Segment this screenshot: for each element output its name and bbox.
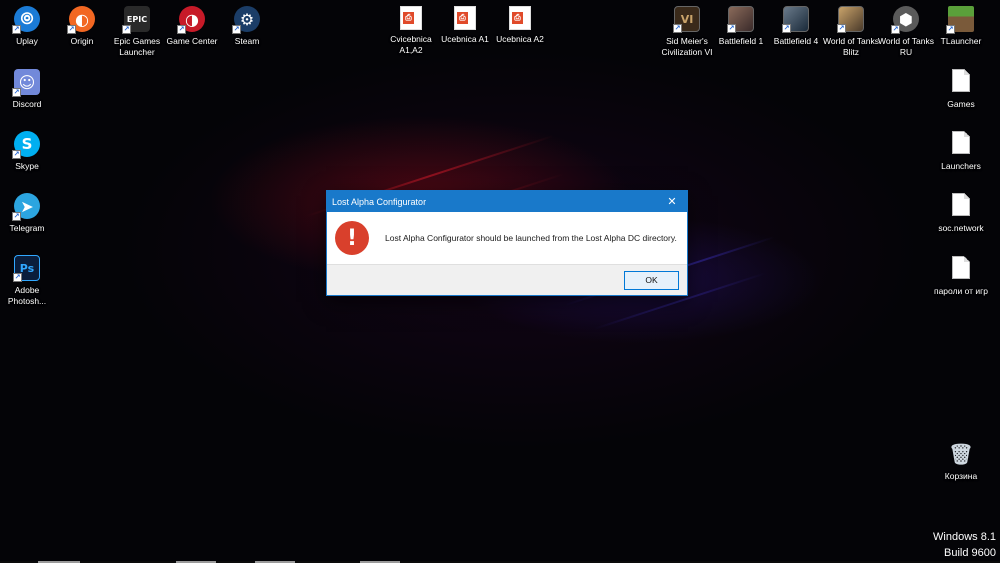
- file-icon: [952, 131, 970, 154]
- windows-watermark: Windows 8.1 Build 9600: [933, 529, 996, 561]
- desktop-icon-label: Battlefield 1: [718, 36, 764, 46]
- desktop-icon-discord[interactable]: ☺ ↗ Discord: [0, 69, 57, 110]
- desktop-icon-soc-network[interactable]: soc.network: [931, 193, 991, 234]
- file-icon: [952, 193, 970, 216]
- desktop-icon-game-center[interactable]: ◑ ↗ Game Center: [162, 6, 222, 47]
- origin-icon: ◐ ↗: [67, 6, 95, 34]
- desktop-icon-label: Skype: [15, 161, 39, 171]
- desktop-icon-label: Battlefield 4: [773, 36, 819, 46]
- desktop-icon-epic-games[interactable]: EPIC ↗ Epic Games Launcher: [107, 6, 167, 58]
- dialog-message: Lost Alpha Configurator should be launch…: [385, 233, 677, 243]
- discord-icon: ☺ ↗: [12, 69, 40, 97]
- wot-ru-icon: ⬢ ↗: [891, 6, 919, 34]
- desktop-icon-passwords[interactable]: пароли от игр: [931, 256, 991, 297]
- desktop-icon-label: Корзина: [944, 471, 978, 481]
- desktop-icon-wot-blitz[interactable]: ↗ World of Tanks Blitz: [821, 6, 881, 58]
- desktop-icon-recycle-bin[interactable]: 🗑 Корзина: [931, 441, 991, 482]
- desktop-icon-label: soc.network: [938, 223, 984, 233]
- desktop-icon-steam[interactable]: ⚙ ↗ Steam: [217, 6, 277, 47]
- desktop-icon-telegram[interactable]: ➤ ↗ Telegram: [0, 193, 57, 234]
- tlauncher-icon: ↗: [946, 6, 974, 34]
- document-icon: ⎙: [400, 6, 422, 30]
- desktop-icon-cvicebnica[interactable]: ⎙ Cvicebnica A1,A2: [381, 6, 441, 56]
- civilization-icon: VI ↗: [673, 6, 700, 33]
- steam-icon: ⚙ ↗: [232, 6, 260, 34]
- uplay-icon: ⦾ ↗: [12, 6, 40, 34]
- desktop-icon-label: Cvicebnica A1,A2: [390, 34, 432, 55]
- desktop-icon-label: Ucebnica A1: [441, 34, 489, 44]
- skype-icon: S ↗: [12, 131, 40, 159]
- epic-games-icon: EPIC ↗: [122, 6, 150, 34]
- game-center-icon: ◑ ↗: [177, 6, 205, 34]
- ok-button[interactable]: OK: [624, 270, 679, 290]
- desktop-icon-civilization[interactable]: VI ↗ Sid Meier's Civilization VI: [655, 6, 719, 58]
- battlefield-4-icon: ↗: [782, 6, 809, 33]
- desktop-icon-label: пароли от игр: [933, 286, 989, 296]
- desktop-icon-label: Sid Meier's Civilization VI: [661, 36, 713, 57]
- desktop-icon-origin[interactable]: ◐ ↗ Origin: [52, 6, 112, 47]
- desktop-icon-tlauncher[interactable]: ↗ TLauncher: [931, 6, 991, 47]
- document-icon: ⎙: [509, 6, 531, 30]
- desktop-icon-label: Game Center: [166, 36, 218, 46]
- desktop-icon-label: World of Tanks RU: [878, 36, 934, 57]
- desktop-icon-label: Discord: [12, 99, 42, 109]
- file-icon: [952, 69, 970, 92]
- error-dialog: Lost Alpha Configurator ✕ ! Lost Alpha C…: [326, 190, 688, 296]
- desktop-icon-battlefield-4[interactable]: ↗ Battlefield 4: [766, 6, 826, 47]
- battlefield-1-icon: ↗: [727, 6, 754, 33]
- document-icon: ⎙: [454, 6, 476, 30]
- desktop-icon-photoshop[interactable]: Ps ↗ Adobe Photosh...: [0, 255, 57, 307]
- desktop-icon-label: Origin: [70, 36, 94, 46]
- close-icon[interactable]: ✕: [663, 193, 681, 211]
- windows-version: Windows 8.1: [933, 531, 996, 543]
- desktop-icon-label: Launchers: [941, 161, 981, 171]
- windows-build: Build 9600: [944, 547, 996, 559]
- desktop-icon-games[interactable]: Games: [931, 69, 991, 110]
- desktop-icon-wot-ru[interactable]: ⬢ ↗ World of Tanks RU: [876, 6, 936, 58]
- dialog-titlebar[interactable]: Lost Alpha Configurator ✕: [327, 191, 687, 212]
- desktop-icon-label: Adobe Photosh...: [7, 285, 47, 306]
- dialog-body: ! Lost Alpha Configurator should be laun…: [327, 212, 687, 264]
- desktop-icon-ucebnica-a2[interactable]: ⎙ Ucebnica A2: [490, 6, 550, 45]
- desktop-icon-label: TLauncher: [940, 36, 982, 46]
- desktop-icon-skype[interactable]: S ↗ Skype: [0, 131, 57, 172]
- desktop-icon-battlefield-1[interactable]: ↗ Battlefield 1: [711, 6, 771, 47]
- telegram-icon: ➤ ↗: [12, 193, 40, 221]
- dialog-title: Lost Alpha Configurator: [332, 196, 427, 207]
- desktop-icon-ucebnica-a1[interactable]: ⎙ Ucebnica A1: [435, 6, 495, 45]
- desktop-icon-label: Games: [947, 99, 975, 109]
- desktop-icon-label: Telegram: [9, 223, 45, 233]
- photoshop-icon: Ps ↗: [13, 255, 40, 282]
- error-icon: !: [335, 221, 369, 255]
- file-icon: [952, 256, 970, 279]
- desktop-icon-label: Steam: [234, 36, 260, 46]
- desktop-icon-label: Uplay: [16, 36, 38, 46]
- desktop-icon-launchers[interactable]: Launchers: [931, 131, 991, 172]
- desktop-icon-label: Ucebnica A2: [496, 34, 544, 44]
- recycle-bin-icon: 🗑: [948, 442, 974, 466]
- dialog-footer: OK: [327, 264, 687, 295]
- wot-blitz-icon: ↗: [837, 6, 864, 33]
- desktop-icon-label: Epic Games Launcher: [113, 36, 161, 57]
- desktop-icon-uplay[interactable]: ⦾ ↗ Uplay: [0, 6, 57, 47]
- desktop-icon-label: World of Tanks Blitz: [823, 36, 879, 57]
